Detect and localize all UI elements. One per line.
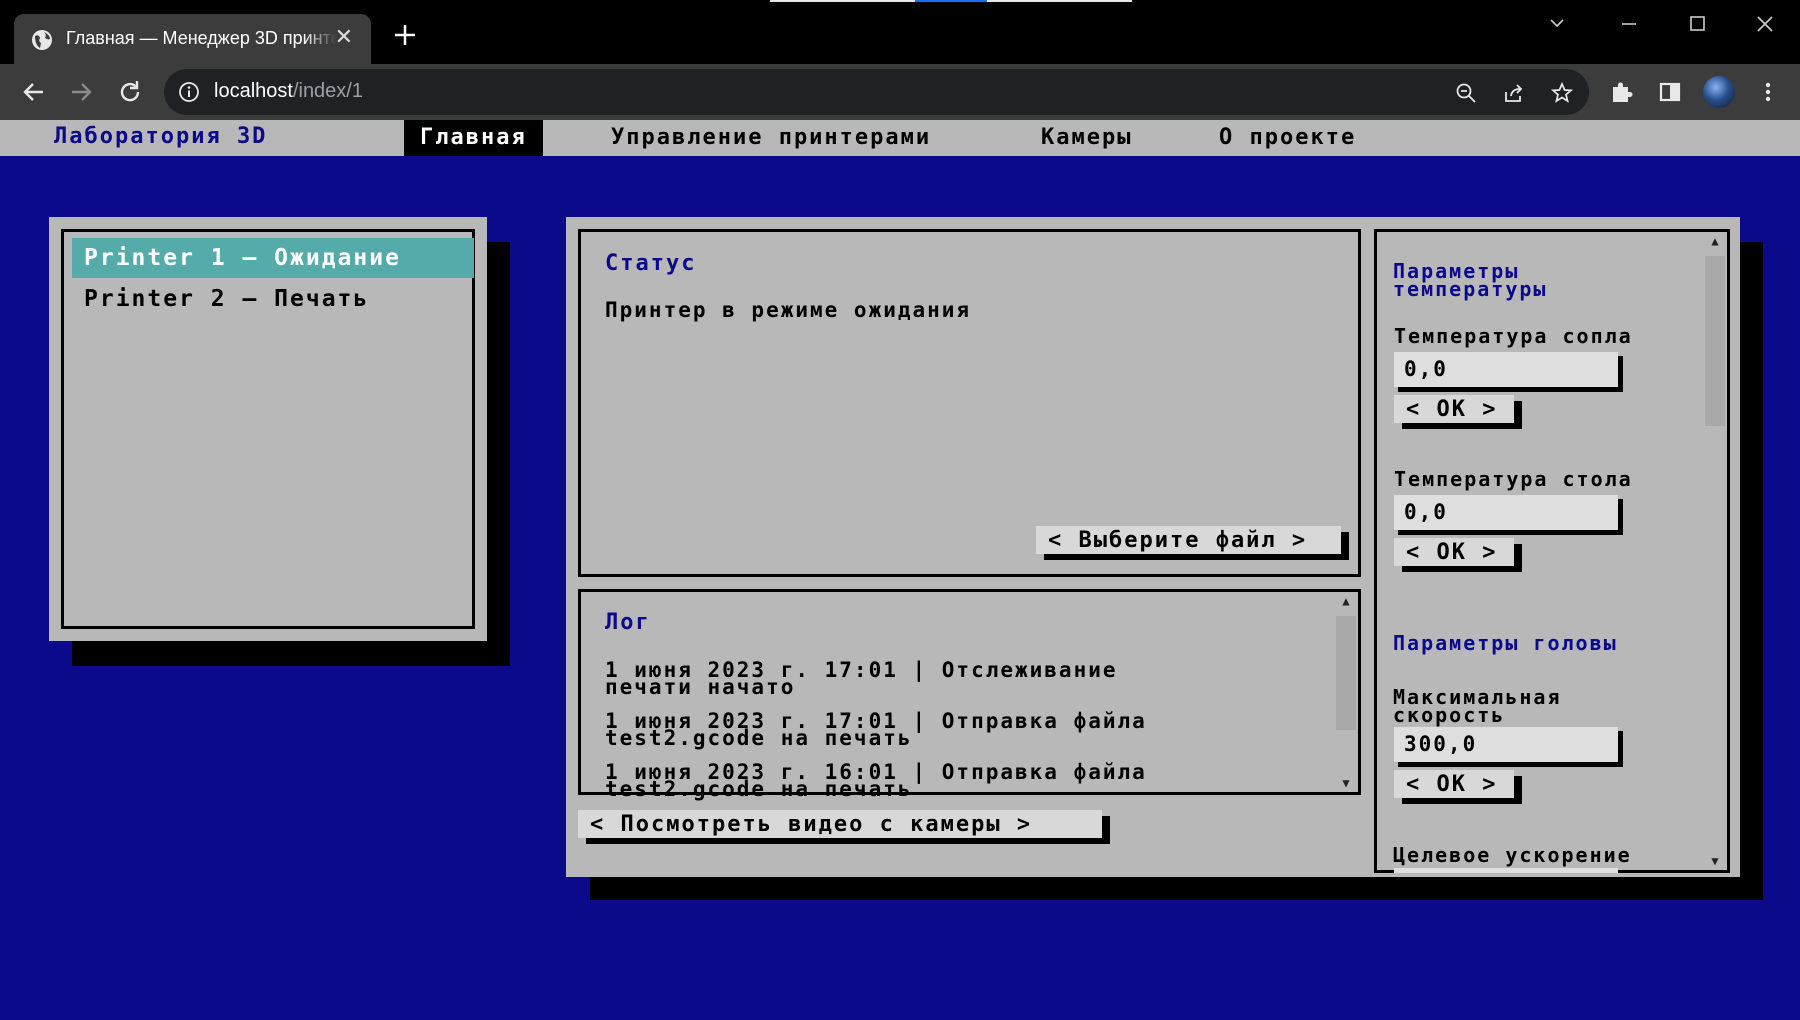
scroll-down-icon[interactable]: ▼ [1334,776,1358,790]
max-speed-ok-button[interactable]: < OK > [1394,770,1522,804]
tab-close-icon[interactable]: ✕ [335,26,353,48]
url-text: localhost/index/1 [214,80,363,103]
profile-avatar[interactable] [1703,76,1735,108]
window-highlight [915,0,987,2]
choose-file-button[interactable]: < Выберите файл > [1036,526,1349,560]
new-tab-icon[interactable] [392,22,418,48]
side-panel-icon[interactable] [1656,78,1684,106]
target-accel-input[interactable] [1394,868,1618,873]
page: Лаборатория 3D Главная Управление принте… [0,120,1800,1020]
status-text: Принтер в режиме ожидания [605,298,972,322]
browser-tabstrip: Главная — Менеджер 3D принтеров ✕ [0,0,1800,64]
printer-item-2[interactable]: Printer 2 — Печать [72,279,474,319]
nozzle-temp-input[interactable]: 0,0 [1394,352,1624,392]
scroll-up-icon[interactable]: ▲ [1334,594,1358,608]
bed-temp-ok-button[interactable]: < OK > [1394,538,1522,572]
params-frame: Параметры температуры Температура сопла 0… [1374,229,1730,873]
printer-item-1[interactable]: Printer 1 — Ожидание [72,238,474,278]
camera-video-button[interactable]: < Посмотреть видео с камеры > [578,810,1110,844]
log-scroll-thumb[interactable] [1336,616,1356,730]
log-entry: 1 июня 2023 г. 17:01 | Отслеживание печат… [605,658,1118,699]
zoom-icon[interactable] [1454,81,1478,105]
tab-title: Главная — Менеджер 3D принтеров [66,28,336,48]
back-icon[interactable] [20,78,48,106]
top-menu-bar: Лаборатория 3D Главная Управление принте… [0,120,1800,156]
params-scroll-thumb[interactable] [1705,256,1725,426]
minimize-icon[interactable] [1614,14,1644,34]
brand-title[interactable]: Лаборатория 3D [54,124,267,149]
window-highlight [770,0,915,2]
nozzle-temp-label: Температура сопла [1394,324,1633,348]
head-section-title: Параметры головы [1393,631,1618,655]
extensions-icon[interactable] [1608,78,1636,106]
status-title: Статус [605,251,697,276]
log-scrollbar[interactable]: ▲ ▼ [1334,592,1358,792]
log-title: Лог [605,610,651,635]
menu-item-about[interactable]: О проекте [1203,120,1372,156]
url-path: /index/1 [292,80,363,102]
share-icon[interactable] [1502,81,1526,105]
status-frame: Статус Принтер в режиме ожидания < Выбер… [578,229,1361,577]
printer-list-panel: Printer 1 — Ожидание Printer 2 — Печать [49,217,487,641]
window-highlight [987,0,1132,2]
log-entry: 1 июня 2023 г. 17:01 | Отправка файла tes… [605,709,1147,750]
nozzle-temp-ok-button[interactable]: < OK > [1394,395,1522,429]
max-speed-label: Максимальная скорость [1393,685,1562,727]
target-accel-label: Целевое ускорение [1393,843,1632,867]
bed-temp-input[interactable]: 0,0 [1394,495,1624,535]
params-scrollbar[interactable]: ▲ ▼ [1703,232,1727,870]
browser-toolbar: localhost/index/1 [0,64,1800,120]
close-window-icon[interactable] [1750,14,1780,34]
scroll-up-icon[interactable]: ▲ [1703,234,1727,248]
menu-item-home[interactable]: Главная [404,120,543,156]
scroll-down-icon[interactable]: ▼ [1703,854,1727,868]
menu-dots-icon[interactable] [1754,78,1782,106]
bookmark-star-icon[interactable] [1550,81,1574,105]
bed-temp-label: Температура стола [1394,467,1633,491]
log-frame: Лог 1 июня 2023 г. 17:01 | Отслеживание п… [578,589,1361,801]
globe-icon [32,30,52,50]
browser-tab[interactable]: Главная — Менеджер 3D принтеров ✕ [14,14,371,64]
menu-item-printer-management[interactable]: Управление принтерами [595,120,947,156]
tab-search-icon[interactable] [1542,14,1572,34]
max-speed-input[interactable]: 300,0 [1394,727,1624,767]
temp-section-title: Параметры температуры [1393,259,1548,301]
printer-list-frame: Printer 1 — Ожидание Printer 2 — Печать [61,229,475,629]
forward-icon[interactable] [67,78,95,106]
reload-icon[interactable] [116,78,144,106]
site-info-icon[interactable] [178,81,200,103]
main-panel: Статус Принтер в режиме ожидания < Выбер… [566,217,1740,877]
maximize-icon[interactable] [1682,14,1712,34]
log-entry: 1 июня 2023 г. 16:01 | Отправка файла tes… [605,760,1147,801]
menu-item-cameras[interactable]: Камеры [1025,120,1148,156]
url-host: localhost [214,80,293,102]
address-bar[interactable]: localhost/index/1 [164,69,1589,115]
